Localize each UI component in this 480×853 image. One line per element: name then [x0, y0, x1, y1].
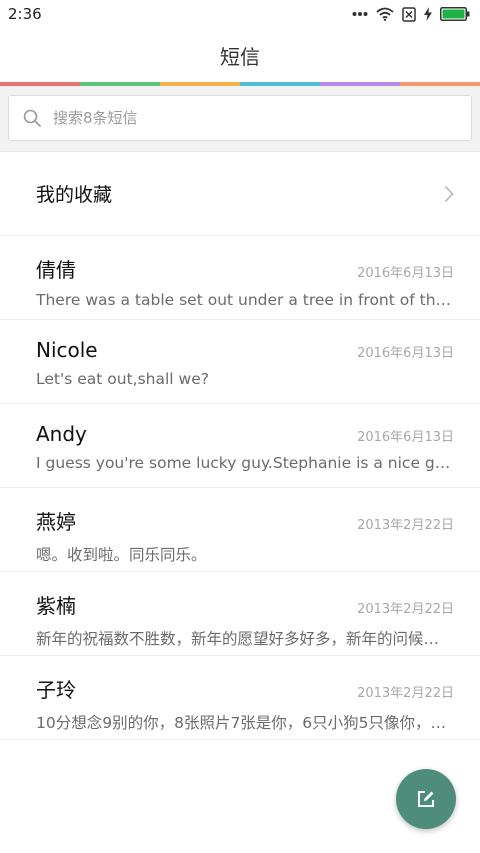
compose-button[interactable]: [396, 769, 456, 829]
status-icons: [352, 6, 470, 22]
message-preview: Let's eat out,shall we?: [36, 370, 209, 388]
favorites-label: 我的收藏: [36, 184, 113, 206]
page-title: 短信: [220, 44, 260, 69]
color-strip: [0, 82, 480, 86]
color-segment: [160, 82, 240, 86]
status-time: 2:36: [8, 5, 42, 23]
conversation-item[interactable]: 倩倩 2016年6月13日 There was a table set out …: [0, 236, 480, 320]
message-date: 2013年2月22日: [357, 686, 454, 701]
more-icon: [352, 12, 368, 16]
conversation-item[interactable]: 子玲 2013年2月22日 10分想念9别的你，8张照片7张是你，6只小狗5只像…: [0, 656, 480, 740]
message-preview: 嗯。收到啦。同乐同乐。: [36, 546, 207, 564]
search-box[interactable]: [8, 95, 472, 141]
compose-icon: [418, 791, 434, 807]
wifi-icon: [376, 7, 394, 21]
header: 短信: [0, 28, 480, 82]
message-preview: 新年的祝福数不胜数，新年的愿望好多好多，新年的问候千千万万: [36, 630, 454, 648]
color-segment: [80, 82, 160, 86]
contact-name: 燕婷: [36, 510, 76, 534]
search-area: [0, 86, 480, 152]
message-date: 2016年6月13日: [357, 266, 454, 281]
charging-icon: [424, 7, 432, 21]
status-bar: 2:36: [0, 0, 480, 28]
contact-name: Andy: [36, 422, 87, 446]
conversation-item[interactable]: Nicole 2016年6月13日 Let's eat out,shall we…: [0, 320, 480, 404]
contact-name: 子玲: [36, 678, 76, 702]
contact-name: 紫楠: [36, 594, 76, 618]
color-segment: [240, 82, 320, 86]
message-date: 2016年6月13日: [357, 346, 454, 361]
favorites-row[interactable]: 我的收藏: [0, 152, 480, 236]
conversation-item[interactable]: Andy 2016年6月13日 I guess you're some luck…: [0, 404, 480, 488]
message-preview: There was a table set out under a tree i…: [36, 291, 454, 309]
color-segment: [320, 82, 400, 86]
contact-name: 倩倩: [36, 258, 76, 282]
contact-name: Nicole: [36, 338, 98, 362]
color-segment: [0, 82, 80, 86]
battery-icon: [440, 7, 470, 21]
message-preview: 10分想念9别的你，8张照片7张是你，6只小狗5只像你，4季都想你: [36, 714, 454, 732]
color-segment: [400, 82, 480, 86]
conversation-item[interactable]: 紫楠 2013年2月22日 新年的祝福数不胜数，新年的愿望好多好多，新年的问候千…: [0, 572, 480, 656]
message-date: 2013年2月22日: [357, 518, 454, 533]
message-date: 2013年2月22日: [357, 602, 454, 617]
chevron-right-icon: [444, 185, 454, 202]
sim-off-icon: [402, 6, 416, 22]
conversation-item[interactable]: 燕婷 2013年2月22日 嗯。收到啦。同乐同乐。: [0, 488, 480, 572]
message-preview: I guess you're some lucky guy.Stephanie …: [36, 454, 454, 472]
message-date: 2016年6月13日: [357, 430, 454, 445]
search-input[interactable]: [53, 109, 471, 127]
conversation-list: 倩倩 2016年6月13日 There was a table set out …: [0, 236, 480, 740]
search-icon: [23, 109, 41, 127]
messages-screen: 2:36 短信 搜索8条短信 我的收藏 倩倩 2016年6月13日 There …: [0, 0, 480, 853]
